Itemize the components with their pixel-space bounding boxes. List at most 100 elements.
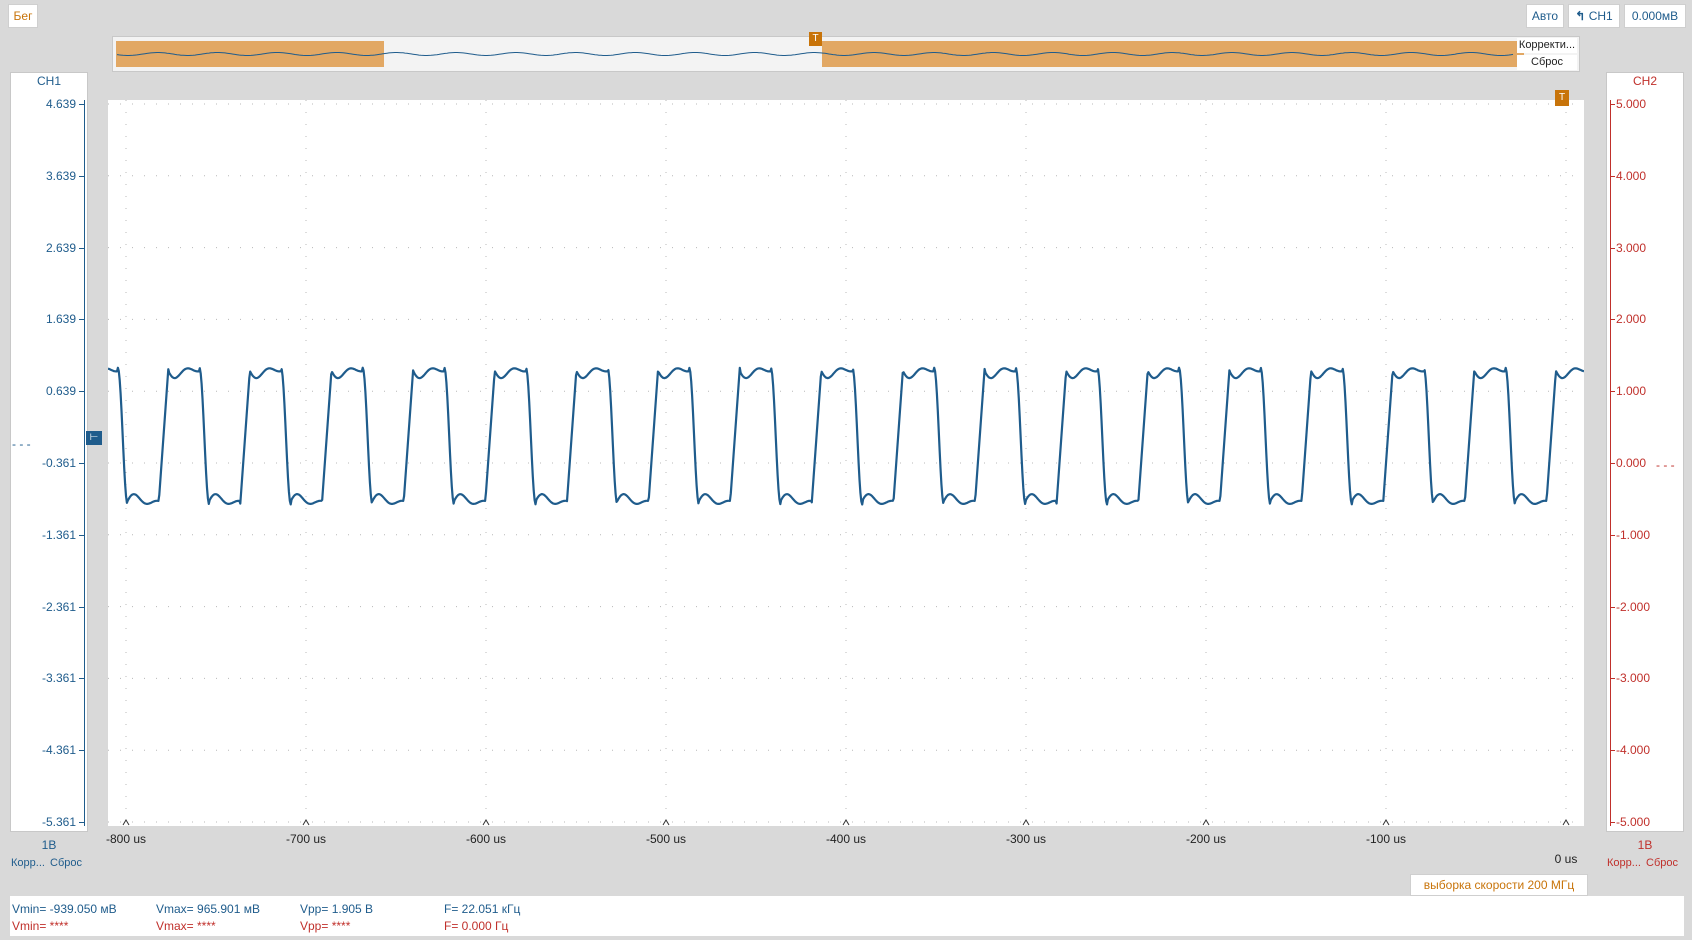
ch2-tick-label: -3.000 xyxy=(1616,671,1651,686)
ch2-tick-mark xyxy=(1610,822,1615,823)
ch2-title[interactable]: CH2 xyxy=(1606,74,1684,88)
ch2-tick-mark xyxy=(1610,391,1615,393)
ch2-tick-label: 2.000 xyxy=(1616,312,1647,327)
ch2-tick-mark xyxy=(1610,175,1615,177)
x-tick-arrow xyxy=(662,819,670,826)
ch1-tick-label: -3.361 xyxy=(41,671,76,686)
ch1-tick-label: 1.639 xyxy=(45,312,76,327)
ch1-tick-label: 2.639 xyxy=(45,240,76,255)
x-tick-label: -600 us xyxy=(465,832,507,846)
overview-left-shade xyxy=(116,41,384,67)
ch2-tick-mark xyxy=(1610,606,1615,608)
trigger-level-button[interactable]: 0.000мВ xyxy=(1624,4,1686,28)
ch1-offset-dash: - - - xyxy=(12,437,31,451)
ch2-tick-label: -5.000 xyxy=(1616,815,1651,829)
ch1-tick-mark xyxy=(79,247,84,249)
ch1-vmin: Vmin= -939.050 мВ xyxy=(12,902,117,916)
ch2-tick-label: 3.000 xyxy=(1616,240,1647,255)
ch2-tick-mark xyxy=(1610,750,1615,752)
x-tick-label: -300 us xyxy=(1005,832,1047,846)
ch1-tick-mark xyxy=(79,534,84,536)
x-tick-arrow xyxy=(1202,819,1210,826)
ch2-tick-mark xyxy=(1610,319,1615,321)
overview-right-shade xyxy=(822,41,1524,67)
x-tick-label: -100 us xyxy=(1365,832,1407,846)
overview-waveform xyxy=(116,41,1524,67)
ch1-reset-button[interactable]: Сброс xyxy=(50,857,82,869)
grid xyxy=(108,100,1584,826)
ch1-tick-mark xyxy=(79,391,84,393)
ch1-freq: F= 22.051 кГц xyxy=(444,902,521,916)
ch2-tick-label: -2.000 xyxy=(1616,599,1651,614)
mode-button[interactable]: Авто xyxy=(1526,4,1564,28)
ch1-tick-mark xyxy=(79,319,84,321)
x-tick-label: -200 us xyxy=(1185,832,1227,846)
ch1-tick-label: -1.361 xyxy=(41,527,76,542)
ch1-tick-label: 0.639 xyxy=(45,384,76,399)
ch1-tick-label: 4.639 xyxy=(45,97,76,111)
ch1-tick-label: -2.361 xyxy=(41,599,76,614)
ch2-panel xyxy=(1606,72,1684,832)
ch2-tick-mark xyxy=(1610,463,1615,464)
overview-reset-button[interactable]: Сброс xyxy=(1517,55,1577,70)
ch1-tick-label: -4.361 xyxy=(41,743,76,758)
ch2-tick-mark xyxy=(1610,534,1615,536)
run-button[interactable]: Бег xyxy=(8,4,38,28)
ch2-adjust-button[interactable]: Корр... xyxy=(1607,857,1641,869)
ch1-tick-label: -0.361 xyxy=(41,456,76,470)
ch2-vpp: Vpp= **** xyxy=(300,919,351,933)
ch1-title[interactable]: CH1 xyxy=(10,74,88,88)
ch1-tick-mark xyxy=(79,104,84,105)
ch2-tick-label: -4.000 xyxy=(1616,743,1651,758)
x-tick-arrow xyxy=(482,819,490,826)
measurements-panel: Vmin= -939.050 мВ Vmax= 965.901 мВ Vpp= … xyxy=(10,896,1684,936)
x-tick-arrow xyxy=(302,819,310,826)
overview-trigger-marker[interactable]: T xyxy=(809,32,822,46)
trigger-source-button[interactable]: ↰ CH1 xyxy=(1568,4,1620,28)
x-tick-label: -700 us xyxy=(285,832,327,846)
x-tick-arrow xyxy=(842,819,850,826)
ch2-tick-label: 5.000 xyxy=(1616,97,1647,111)
ch1-tick-mark xyxy=(79,750,84,752)
waveform-overview[interactable]: T Корректи... Сброс xyxy=(112,32,1580,72)
plot-trigger-marker[interactable]: T xyxy=(1555,90,1569,106)
ch1-adjust-button[interactable]: Корр... xyxy=(11,857,45,869)
ch2-tick-label: 4.000 xyxy=(1616,168,1647,183)
ch2-offset-dash: - - - xyxy=(1656,458,1675,472)
ch2-reset-button[interactable]: Сброс xyxy=(1646,857,1678,869)
ch2-tick-mark xyxy=(1610,104,1615,105)
waveform-plot xyxy=(108,100,1584,826)
ch1-tick-mark xyxy=(79,678,84,680)
ch1-tick-mark xyxy=(79,463,84,464)
ch2-freq: F= 0.000 Гц xyxy=(444,919,509,933)
ch2-vmax: Vmax= **** xyxy=(156,919,216,933)
ch1-tick-label: 3.639 xyxy=(45,168,76,183)
x-tick-label: -400 us xyxy=(825,832,867,846)
x-tick-label: -800 us xyxy=(105,832,147,846)
overview-adjust-button[interactable]: Корректи... xyxy=(1517,38,1577,53)
ch1-offset-marker-icon[interactable]: ⊢ xyxy=(86,431,102,445)
trigger-edge-icon: ↰ xyxy=(1575,9,1586,23)
ch1-tick-mark xyxy=(79,606,84,608)
ch2-vmin: Vmin= **** xyxy=(12,919,69,933)
ch2-scale-label[interactable]: 1В xyxy=(1606,838,1684,852)
x-tick-arrow xyxy=(1382,819,1390,826)
ch1-tick-mark xyxy=(79,822,84,823)
ch2-tick-label: 1.000 xyxy=(1616,384,1647,399)
ch2-tick-mark xyxy=(1610,247,1615,249)
ch1-axis xyxy=(84,100,85,826)
trigger-channel-label: CH1 xyxy=(1588,9,1613,23)
ch1-scale-label[interactable]: 1В xyxy=(10,838,88,852)
ch1-tick-label: -5.361 xyxy=(41,815,76,829)
ch2-tick-label: -1.000 xyxy=(1616,527,1651,542)
x-tick-arrow xyxy=(1562,819,1570,826)
x-tick-label: -500 us xyxy=(645,832,687,846)
ch1-vmax: Vmax= 965.901 мВ xyxy=(156,902,260,916)
ch1-panel xyxy=(10,72,88,832)
x-tick-label: 0 us xyxy=(1554,852,1578,866)
x-tick-arrow xyxy=(122,819,130,826)
ch2-tick-mark xyxy=(1610,678,1615,680)
x-tick-arrow xyxy=(1022,819,1030,826)
sample-rate-label: выборка скорости 200 МГц xyxy=(1410,874,1588,896)
plot-area[interactable]: T xyxy=(108,90,1584,826)
